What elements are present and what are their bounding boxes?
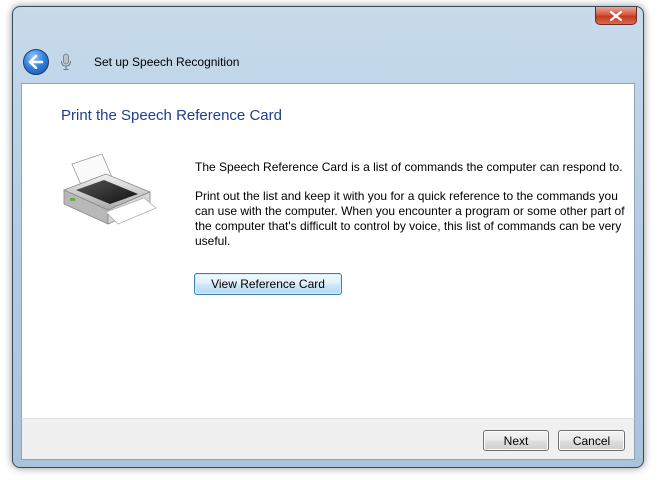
window-title: Set up Speech Recognition	[94, 55, 240, 69]
back-button[interactable]	[23, 49, 49, 75]
description-paragraph: The Speech Reference Card is a list of c…	[195, 160, 623, 174]
microphone-icon	[61, 53, 71, 70]
back-arrow-icon	[28, 55, 44, 69]
view-reference-card-button[interactable]: View Reference Card	[194, 273, 342, 295]
next-button[interactable]: Next	[483, 430, 549, 451]
wizard-window: Set up Speech Recognition Print the Spee…	[12, 6, 644, 468]
close-button[interactable]	[595, 7, 637, 25]
printer-icon	[62, 153, 157, 225]
footer-bar: Next Cancel	[21, 418, 635, 460]
close-icon	[610, 10, 622, 21]
cancel-button[interactable]: Cancel	[558, 430, 625, 451]
page-title: Print the Speech Reference Card	[61, 107, 282, 124]
instructions-paragraph: Print out the list and keep it with you …	[195, 189, 625, 248]
content-area: Print the Speech Reference Card The Spee…	[21, 83, 635, 418]
